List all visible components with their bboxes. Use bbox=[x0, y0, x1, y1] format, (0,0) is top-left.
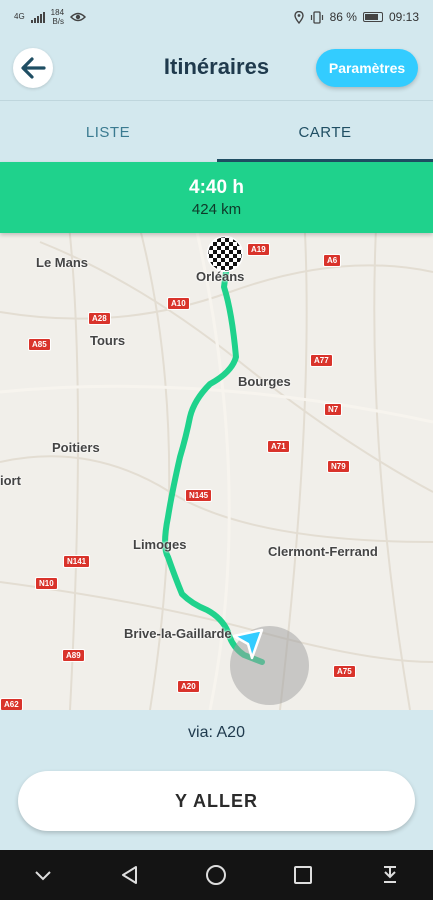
road-shield: A28 bbox=[88, 312, 111, 325]
route-map[interactable]: Le Mans Orléans Tours Bourges Poitiers i… bbox=[0, 162, 433, 710]
network-type: 4G bbox=[14, 12, 25, 21]
city-label: Brive-la-Gaillarde bbox=[124, 626, 232, 641]
via-label: via: A20 bbox=[188, 724, 245, 741]
nav-home-button[interactable] bbox=[196, 855, 236, 895]
navigation-arrow-icon bbox=[232, 628, 264, 660]
arrow-left-icon bbox=[21, 57, 46, 79]
recents-square-icon bbox=[294, 866, 313, 884]
road-shield: A89 bbox=[62, 649, 85, 662]
route-duration: 4:40 h bbox=[189, 177, 244, 198]
status-right: 86 % 09:13 bbox=[293, 10, 419, 24]
battery-percent: 86 % bbox=[329, 10, 357, 24]
checkered-flag-icon[interactable] bbox=[205, 234, 245, 274]
clock: 09:13 bbox=[388, 10, 419, 24]
system-nav-bar bbox=[0, 850, 433, 900]
speed-value: 184 bbox=[50, 8, 65, 17]
route-line bbox=[162, 269, 265, 665]
home-circle-icon bbox=[206, 865, 227, 885]
road-shield: A6 bbox=[323, 254, 342, 267]
back-triangle-icon bbox=[121, 866, 137, 884]
city-label: iort bbox=[0, 473, 21, 488]
battery-icon bbox=[362, 12, 383, 22]
city-label: Le Mans bbox=[36, 255, 89, 270]
nav-back-button[interactable] bbox=[110, 855, 150, 895]
location-icon bbox=[293, 10, 304, 24]
city-label: Clermont-Ferrand bbox=[268, 544, 378, 559]
road-shield: A75 bbox=[333, 665, 356, 678]
nav-recents-button[interactable] bbox=[283, 855, 323, 895]
road-shield: N10 bbox=[35, 577, 58, 590]
road-shield: N141 bbox=[63, 555, 91, 568]
chevron-down-icon bbox=[35, 871, 52, 881]
route-distance: 424 km bbox=[191, 201, 242, 218]
city-label: Bourges bbox=[238, 374, 291, 389]
signal-icon bbox=[30, 11, 45, 23]
header: Itinéraires Paramètres bbox=[0, 34, 433, 100]
road-shield: A71 bbox=[267, 440, 290, 453]
city-label: Limoges bbox=[133, 537, 187, 552]
road-shield: A85 bbox=[28, 338, 51, 351]
tab-carte[interactable]: CARTE bbox=[217, 101, 433, 163]
road-shield: N79 bbox=[327, 460, 350, 473]
speed-unit: B/s bbox=[52, 17, 65, 26]
back-button[interactable] bbox=[13, 48, 53, 88]
current-position-marker[interactable] bbox=[230, 626, 309, 705]
road-shield: A77 bbox=[310, 354, 333, 367]
city-label: Poitiers bbox=[52, 440, 100, 455]
go-button[interactable]: Y ALLER bbox=[18, 771, 415, 831]
tab-bar: LISTE CARTE bbox=[0, 100, 433, 162]
road-shield: A20 bbox=[177, 680, 200, 693]
nav-notifications-button[interactable] bbox=[370, 855, 410, 895]
notification-pull-icon bbox=[383, 866, 396, 883]
road-shield: N7 bbox=[324, 403, 343, 416]
tab-liste[interactable]: LISTE bbox=[0, 101, 216, 163]
road-shield: A10 bbox=[167, 297, 190, 310]
city-label: Tours bbox=[90, 333, 126, 348]
road-shield: A19 bbox=[247, 243, 270, 256]
eye-icon bbox=[70, 12, 87, 22]
status-left: 4G 184 B/s bbox=[14, 8, 87, 26]
nav-collapse-button[interactable] bbox=[23, 855, 63, 895]
road-shield: A62 bbox=[0, 698, 23, 710]
route-summary: 4:40 h 424 km bbox=[0, 162, 433, 233]
status-bar: 4G 184 B/s 86 % 09:13 bbox=[0, 0, 433, 34]
settings-button[interactable]: Paramètres bbox=[316, 49, 418, 87]
vibrate-icon bbox=[310, 10, 323, 24]
road-shield: N145 bbox=[185, 489, 213, 502]
network-speed: 184 B/s bbox=[51, 8, 64, 26]
